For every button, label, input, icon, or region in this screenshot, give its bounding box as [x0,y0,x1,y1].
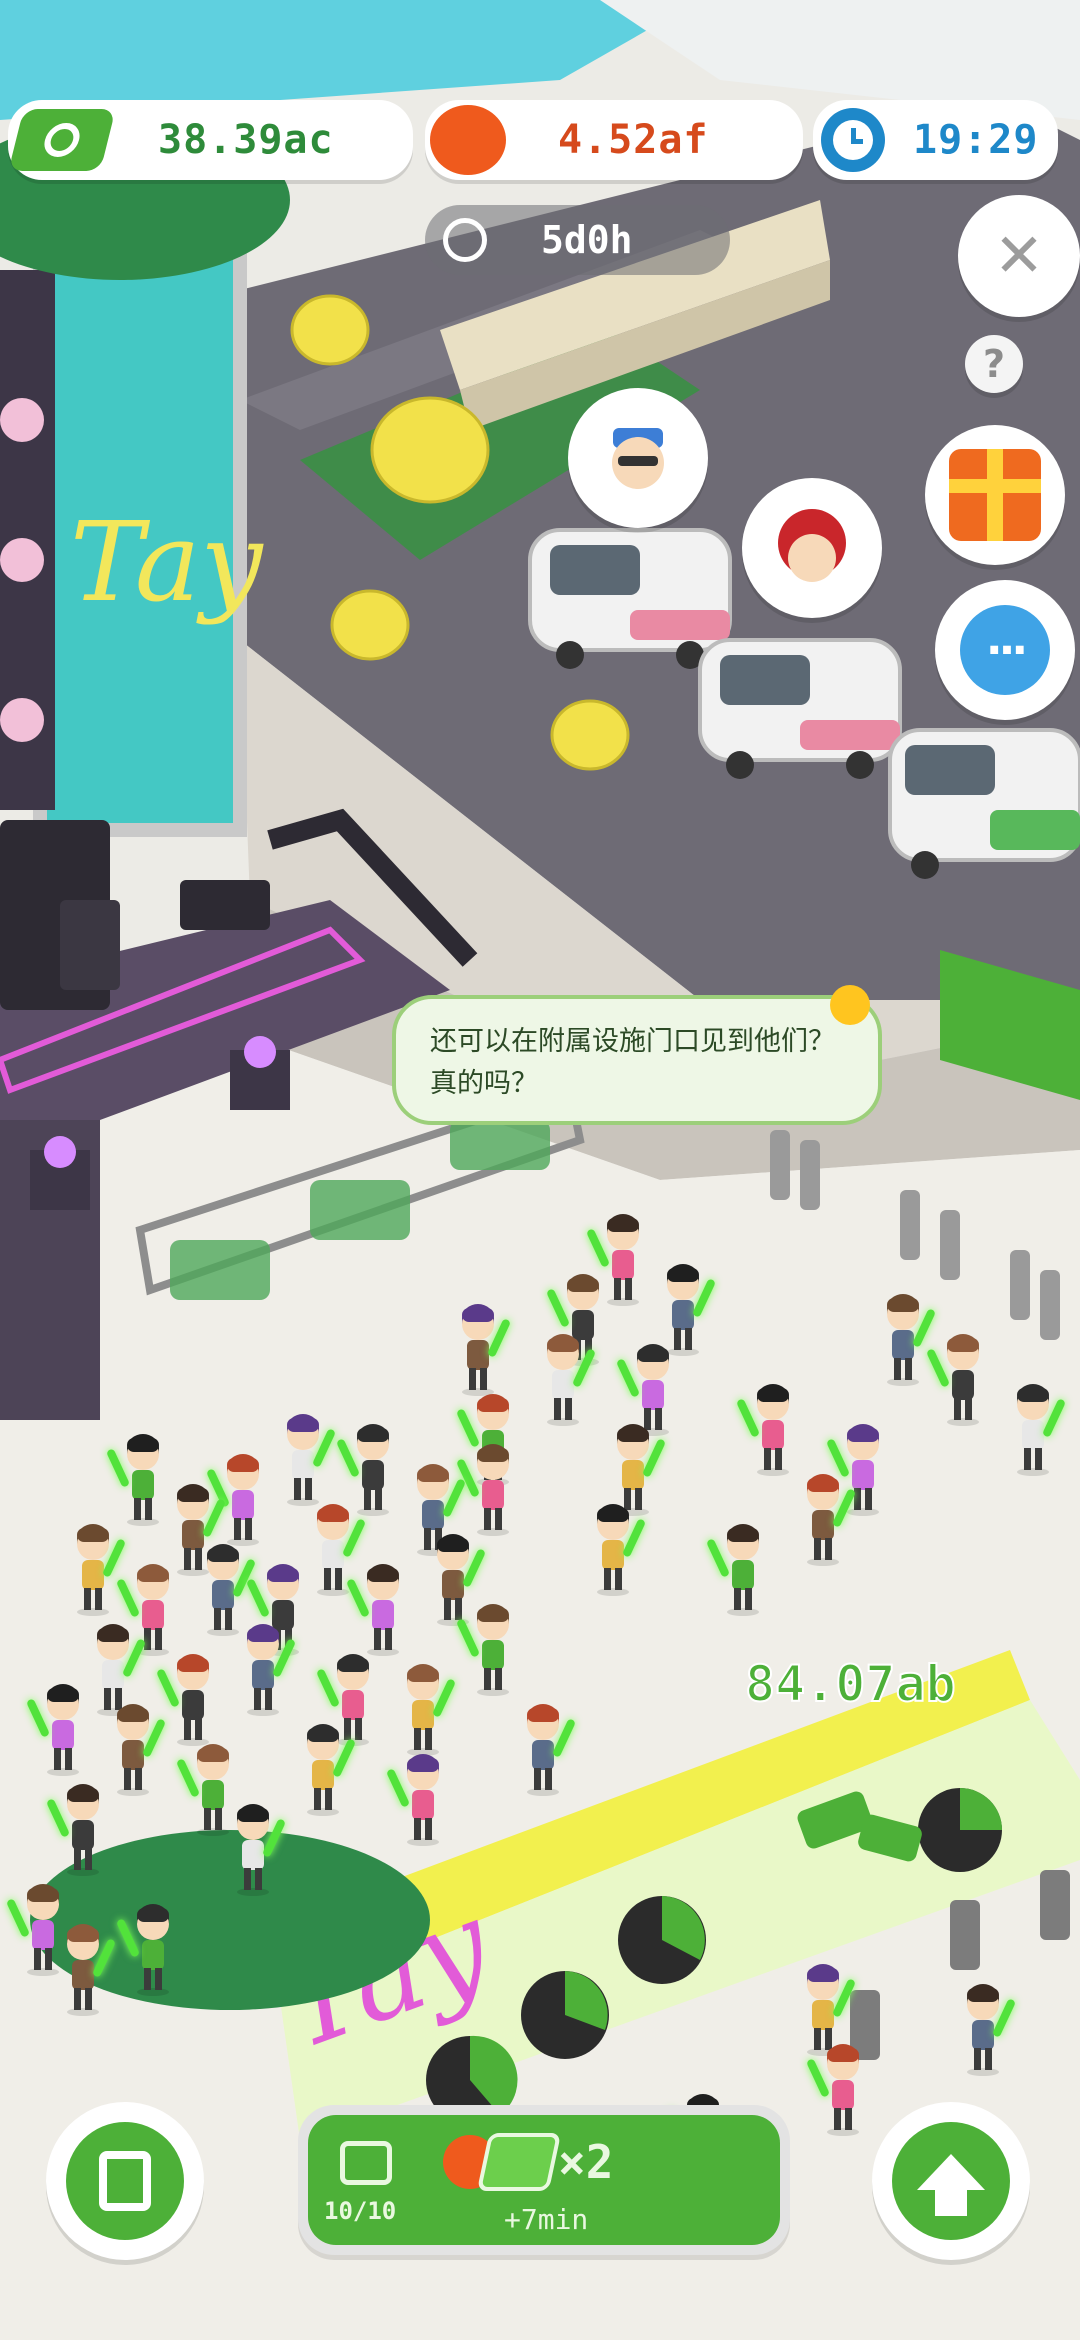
booster-panel[interactable]: 10/10 ×2 +7min [298,2105,790,2255]
fruit-counter[interactable]: 4.52af [425,100,803,180]
booster-multiplier: ×2 [558,2135,614,2189]
help-button[interactable]: ? [965,335,1023,393]
cash-icon [8,109,116,171]
booster-duration: +7min [504,2203,589,2236]
cash-counter[interactable]: 38.39ac [8,100,413,180]
chat-button[interactable]: ··· [935,580,1075,720]
fruit-value: 4.52af [558,117,709,163]
celebrity-face-icon [612,428,664,489]
vip-avatar-bubble[interactable] [742,478,882,618]
clock-counter[interactable]: 19:29 [813,100,1058,180]
chat-icon: ··· [960,605,1050,695]
booster-button[interactable]: 10/10 ×2 +7min [308,2115,780,2245]
timer-icon [443,218,487,262]
clock-value: 19:29 [913,117,1039,163]
svg-text:Tay: Tay [70,498,264,626]
event-timer: 5d0h [425,205,730,275]
smile-emoji-icon [830,985,870,1025]
floating-income-text: 84.07ab [744,1654,957,1714]
upgrade-button[interactable] [872,2102,1030,2260]
speech-bubble-text: 还可以在附属设施门口见到他们？真的吗？ [430,1026,835,1099]
up-arrow-icon [892,2122,1010,2240]
cash-value: 38.39ac [158,117,334,163]
ad-count: 10/10 [324,2197,397,2225]
video-ad-icon [340,2141,392,2185]
game-scene[interactable]: Tay 还可以在附属设施门口见到他们？真的吗？ 84.07ab 38.39ac … [0,0,1080,2340]
question-icon: ? [982,342,1006,386]
notes-button[interactable] [46,2102,204,2260]
event-timer-value: 5d0h [541,218,633,262]
opera-face-icon [778,509,846,582]
close-icon: ✕ [993,221,1045,291]
vip-avatar-bubble[interactable] [568,388,708,528]
notes-icon [66,2122,184,2240]
close-promo-button[interactable]: ✕ [958,195,1080,317]
cash-icon [476,2133,562,2191]
gift-button[interactable] [925,425,1065,565]
clock-icon [821,108,885,172]
speech-bubble: 还可以在附属设施门口见到他们？真的吗？ [392,995,882,1125]
tomato-icon [430,105,506,175]
gift-icon [949,449,1041,541]
